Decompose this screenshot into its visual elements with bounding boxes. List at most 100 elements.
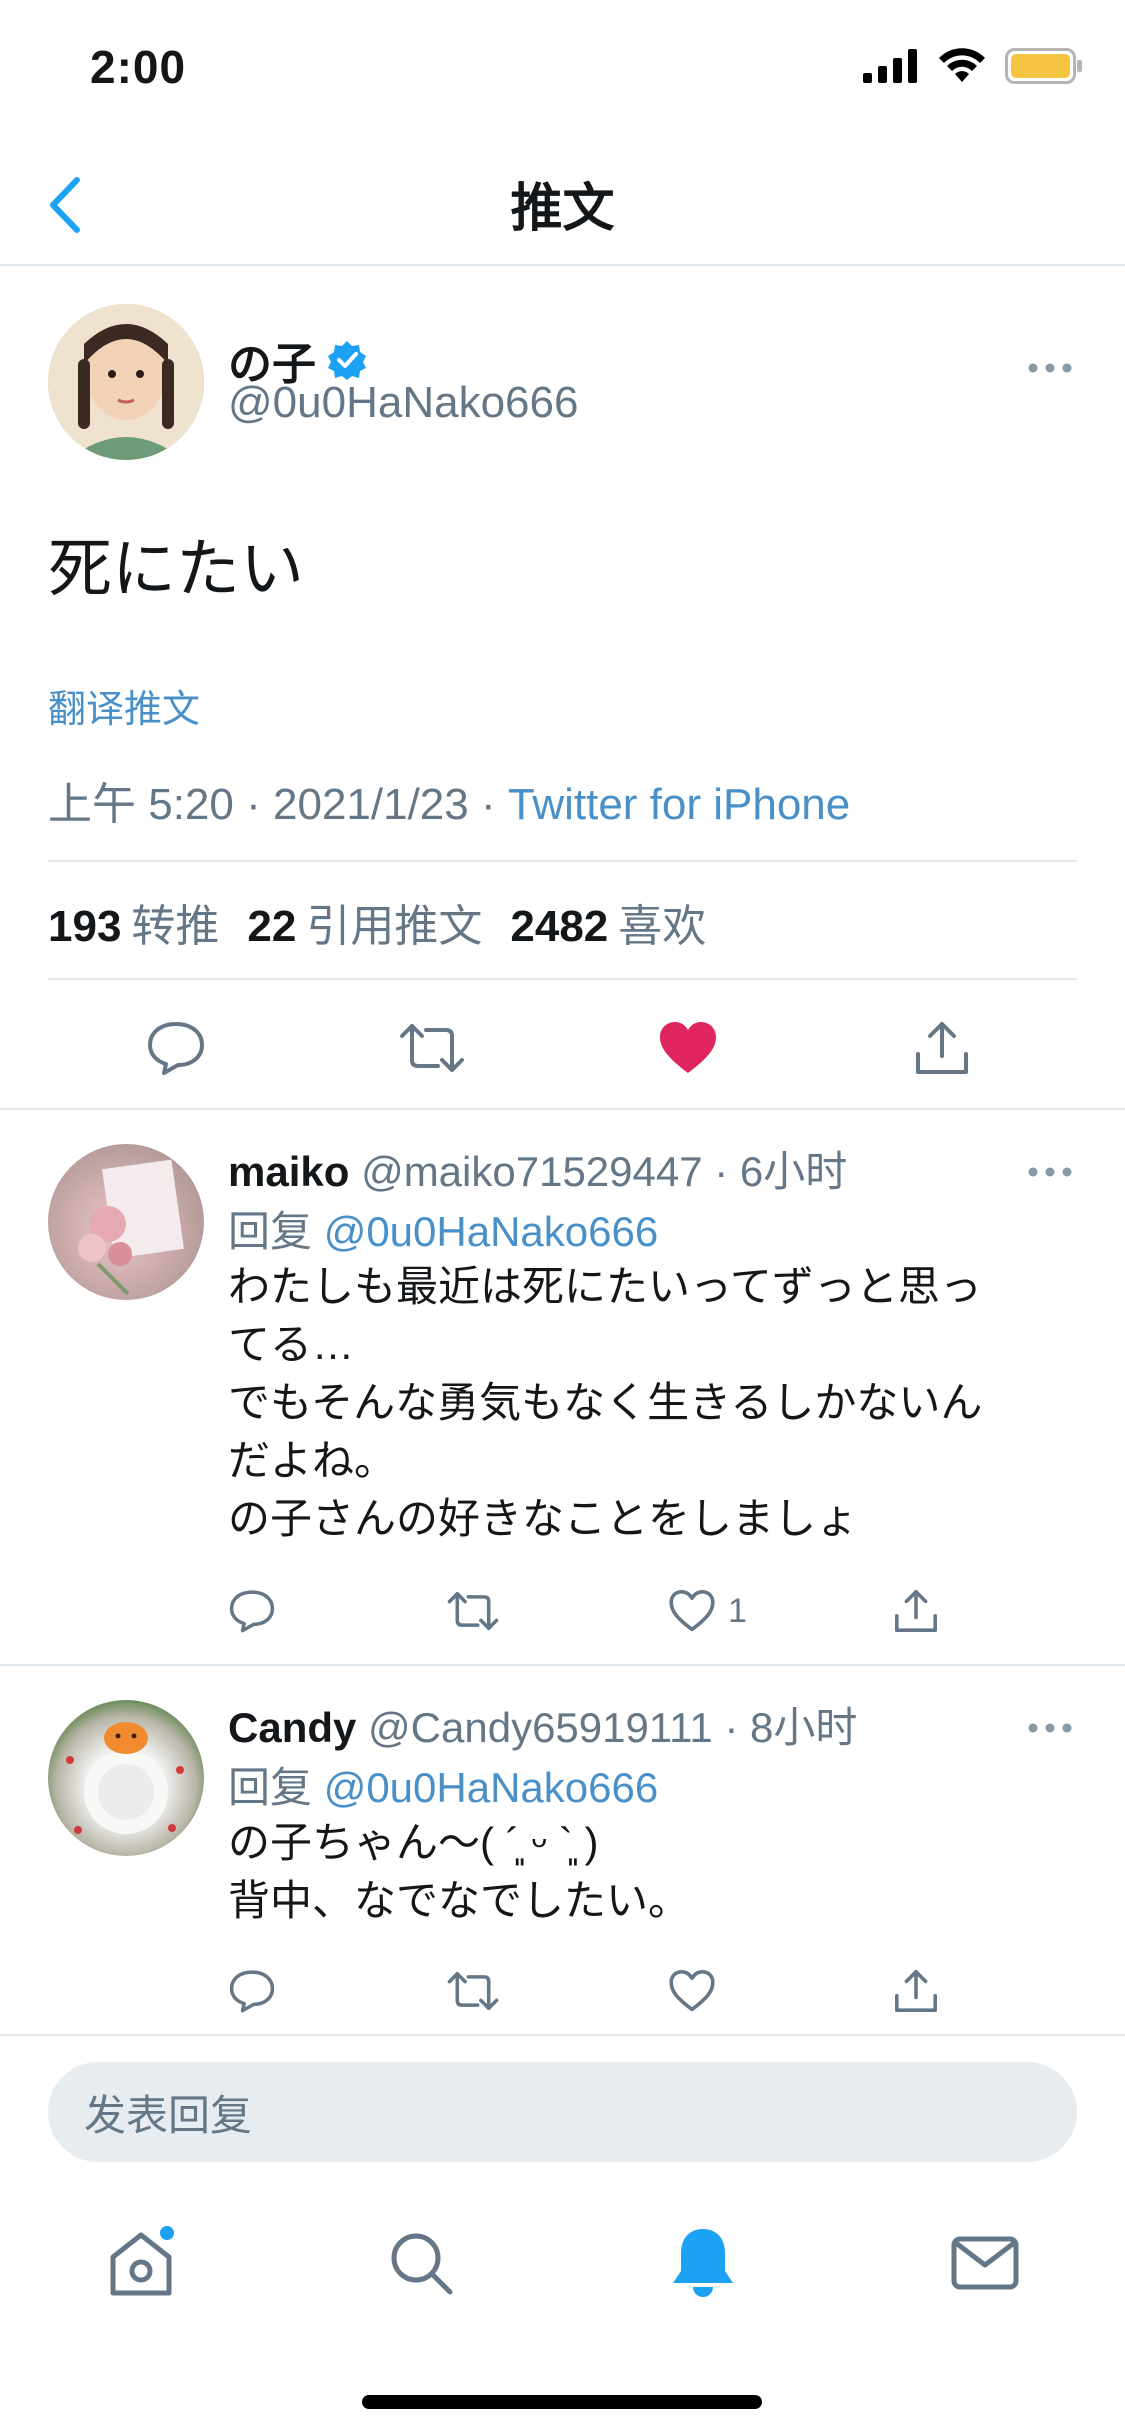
like-count: 1 (728, 1591, 747, 1630)
wifi-icon (939, 48, 985, 82)
verified-badge-icon (328, 341, 366, 380)
tab-messages[interactable] (940, 2218, 1030, 2308)
reply-prefix: 回复 (228, 1208, 313, 1255)
reply-prefix: 回复 (228, 1764, 313, 1811)
more-horizontal-icon (1028, 1167, 1072, 1177)
reply-author-handle[interactable]: @maiko71529447 (361, 1148, 703, 1195)
retweet-icon (447, 1971, 499, 2011)
reply-author-name[interactable]: Candy (228, 1704, 356, 1751)
heart-outline-icon (669, 1590, 715, 1632)
tab-home[interactable] (96, 2218, 186, 2308)
reply-header: maiko @maiko71529447 · 6小时 (228, 1138, 847, 1199)
tweet-action-bar (0, 1008, 1125, 1108)
share-button[interactable] (902, 1008, 982, 1088)
tweet-meta: 上午 5:20 · 2021/1/23 · Twitter for iPhone (48, 768, 850, 832)
retweet-button[interactable] (446, 1576, 500, 1646)
retweet-button[interactable] (392, 1008, 472, 1088)
like-button[interactable]: 1 (668, 1576, 747, 1646)
messages-icon (951, 2236, 1019, 2290)
divider (48, 978, 1077, 980)
retweets-count: 193 (48, 902, 122, 951)
notifications-icon (673, 2229, 733, 2297)
reply-compose-field[interactable]: 发表回复 (48, 2062, 1077, 2162)
tweet-stats: 193 转推 22 引用推文 2482 喜欢 (48, 890, 706, 954)
reply-text: の子ちゃん～( ´͈ ᵕ `͈ ) 背中、なでなでしたい。 (228, 1814, 1068, 1930)
status-icons (863, 48, 1083, 84)
bottom-tab-bar (0, 2200, 1125, 2330)
author-handle[interactable]: @0u0HaNako666 (228, 378, 578, 428)
retweet-icon (400, 1024, 464, 1072)
share-button[interactable] (892, 1956, 940, 2026)
more-horizontal-icon (1028, 363, 1072, 373)
author-avatar[interactable] (48, 304, 204, 460)
share-icon (916, 1022, 968, 1074)
main-tweet: の子 @0u0HaNako666 死にたい 翻译推文 上午 5:20 · 202… (0, 268, 1125, 1110)
nav-bar: 推文 (0, 140, 1125, 266)
reply-text-line: の子ちゃん～( ´͈ ᵕ `͈ ) (228, 1819, 599, 1866)
avatar-photo (78, 1159, 184, 1296)
reply-text-line: でもそんな勇気もなく生きるしかないん (228, 1379, 983, 1426)
reply-mention-link[interactable]: @0u0HaNako666 (324, 1208, 659, 1255)
more-options-button[interactable] (1020, 348, 1080, 388)
quotes-label: 引用推文 (306, 902, 483, 951)
tab-search[interactable] (376, 2218, 466, 2308)
replying-to: 回复 @0u0HaNako666 (228, 1198, 658, 1259)
battery-icon (1005, 48, 1082, 84)
more-options-button[interactable] (1020, 1708, 1080, 1748)
home-indicator[interactable] (362, 2395, 762, 2409)
reply-text-line: てる… (228, 1321, 355, 1368)
likes-stat[interactable]: 2482 喜欢 (510, 890, 706, 954)
share-button[interactable] (892, 1576, 940, 1646)
meta-separator: · (246, 780, 261, 829)
retweets-stat[interactable]: 193 转推 (48, 890, 219, 954)
tweet-text: 死にたい (48, 533, 304, 605)
retweets-label: 转推 (131, 902, 220, 951)
divider (48, 860, 1077, 862)
cellular-signal-icon (863, 49, 917, 83)
reply-text-line: の子さんの好きなことをしましょ (228, 1495, 859, 1542)
reply-author-handle[interactable]: @Candy65919111 (368, 1704, 713, 1751)
reply-mention-link[interactable]: @0u0HaNako666 (324, 1764, 659, 1811)
reply-icon (229, 1590, 275, 1633)
reply-text: わたしも最近は死にたいってずっと思っ てる… でもそんな勇気もなく生きるしかない… (228, 1258, 1068, 1548)
likes-count: 2482 (510, 902, 609, 951)
quotes-count: 22 (247, 902, 297, 951)
heart-filled-icon (660, 1022, 716, 1073)
likes-label: 喜欢 (618, 902, 707, 951)
reply-avatar[interactable] (48, 1700, 204, 1856)
share-icon (895, 1590, 937, 1632)
compose-placeholder: 发表回复 (84, 2091, 253, 2139)
search-icon (391, 2233, 453, 2295)
reply-icon (229, 1970, 275, 2013)
tweet-source-link[interactable]: Twitter for iPhone (508, 780, 850, 829)
retweet-icon (447, 1591, 499, 1631)
retweet-button[interactable] (446, 1956, 500, 2026)
avatar-photo (66, 1722, 184, 1834)
reply-author-name[interactable]: maiko (228, 1148, 349, 1195)
reply-avatar[interactable] (48, 1144, 204, 1300)
reply-text-line: わたしも最近は死にたいってずっと思っ (228, 1263, 982, 1310)
reply-text-line: 背中、なでなでしたい。 (228, 1877, 691, 1924)
like-button[interactable] (668, 1956, 716, 2026)
reply-button[interactable] (228, 1576, 276, 1646)
reply-item[interactable]: Candy @Candy65919111 · 8小时 回复 @0u0HaNako… (0, 1666, 1125, 2036)
reply-item[interactable]: maiko @maiko71529447 · 6小时 回复 @0u0HaNako… (0, 1110, 1125, 1666)
more-options-button[interactable] (1020, 1152, 1080, 1192)
status-time: 2:00 (90, 41, 187, 93)
home-icon (110, 2226, 174, 2296)
reply-header: Candy @Candy65919111 · 8小时 (228, 1694, 857, 1755)
like-button[interactable] (648, 1008, 728, 1088)
replying-to: 回复 @0u0HaNako666 (228, 1754, 658, 1815)
translate-tweet-link[interactable]: 翻译推文 (48, 678, 200, 733)
reply-text-line: だよね。 (228, 1437, 397, 1484)
reply-time: · 6小时 (714, 1148, 848, 1195)
heart-outline-icon (669, 1970, 715, 2012)
avatar-illustration (48, 304, 204, 460)
page-title: 推文 (510, 180, 615, 238)
reply-button[interactable] (136, 1008, 216, 1088)
tab-notifications[interactable] (658, 2218, 748, 2308)
reply-action-bar (0, 1956, 1125, 2026)
quotes-stat[interactable]: 22 引用推文 (247, 890, 482, 954)
reply-button[interactable] (228, 1956, 276, 2026)
tweet-date: 2021/1/23 (273, 780, 469, 829)
